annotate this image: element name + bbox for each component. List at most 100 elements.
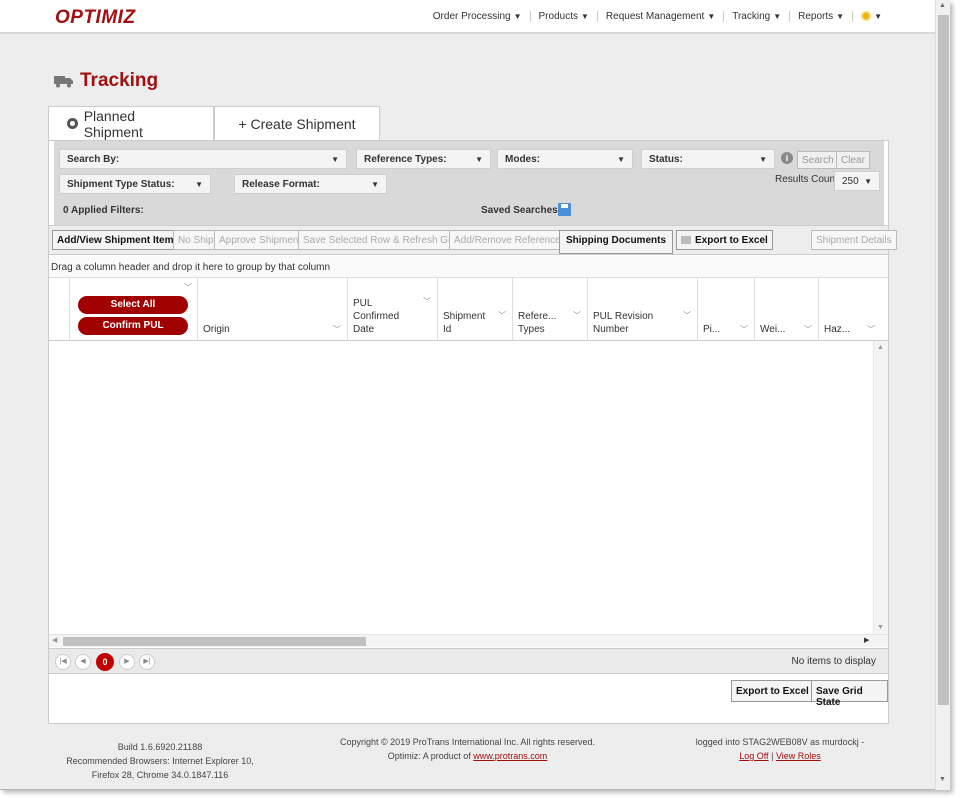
chevron-down-icon[interactable]: ﹀ [333, 324, 341, 335]
optimiz-logo[interactable]: OPTIMIZ [55, 7, 136, 29]
browser-window: OPTIMIZ Order Processing ▼ Products ▼ Requ… [0, 0, 950, 790]
caret-down-icon: ▼ [773, 12, 782, 21]
save-refresh-button[interactable]: Save Selected Row & Refresh Grid [298, 230, 465, 250]
export-to-excel-button[interactable]: Export to Excel [731, 680, 814, 702]
prev-page-icon[interactable]: ◀ [75, 654, 91, 670]
chevron-down-icon[interactable]: ﹀ [740, 324, 748, 335]
tab-create-shipment[interactable]: + Create Shipment [214, 106, 380, 140]
results-count-select[interactable]: 250 ▼ [834, 171, 880, 191]
clear-button[interactable]: Clear [836, 151, 870, 169]
confirm-pul-button[interactable]: Confirm PUL [78, 317, 188, 335]
save-grid-state-button[interactable]: Save Grid State [811, 680, 888, 708]
scrollbar-thumb[interactable] [938, 15, 949, 705]
approve-shipment-button[interactable]: Approve Shipment [214, 230, 307, 250]
col-pi[interactable]: Pi... ﹀ [697, 278, 754, 341]
caret-down-icon: ▼ [371, 180, 379, 189]
col-hazmat[interactable]: Haz... ﹀ [818, 278, 875, 341]
tracking-panel: Search By: ▼ Reference Types: ▼ Modes: ▼ St… [48, 140, 897, 724]
scroll-up-icon[interactable]: ▲ [939, 2, 946, 9]
col-weight[interactable]: Wei... ﹀ [754, 278, 818, 341]
first-page-icon[interactable]: |◀ [55, 654, 71, 670]
scroll-left-icon[interactable]: ◀ [52, 636, 57, 644]
next-page-icon[interactable]: ▶ [119, 654, 135, 670]
copyright-info: Copyright © 2019 ProTrans International … [340, 737, 595, 761]
scroll-right-icon[interactable]: ▶ [864, 636, 869, 644]
add-remove-references-button[interactable]: Add/Remove References [449, 230, 571, 250]
radio-selected-icon [67, 118, 78, 129]
group-drop-zone[interactable]: Drag a column header and drop it here to… [49, 256, 888, 278]
grid-horizontal-scrollbar[interactable]: ◀ ▶ [49, 634, 888, 647]
col-pul-revision-number[interactable]: PUL Revision Number ﹀ [587, 278, 697, 341]
results-count-label: Results Count [775, 174, 838, 185]
grid-vertical-scrollbar[interactable]: ▲ ▼ [873, 341, 888, 634]
current-page-button[interactable]: 0 [96, 653, 114, 671]
grid-body [49, 341, 888, 634]
search-button[interactable]: Search [797, 151, 839, 169]
caret-down-icon: ▼ [759, 155, 767, 164]
chevron-down-icon[interactable]: ﹀ [804, 324, 812, 335]
modes-select[interactable]: Modes: ▼ [497, 149, 633, 169]
applied-filters-label: 0 Applied Filters: [63, 205, 144, 216]
release-format-select[interactable]: Release Format: ▼ [234, 174, 387, 194]
caret-down-icon: ▼ [580, 12, 589, 21]
row-select-column [49, 278, 69, 341]
scroll-down-icon[interactable]: ▼ [877, 624, 884, 631]
menu-tracking[interactable]: Tracking ▼ [724, 11, 791, 22]
user-settings-icon [861, 11, 872, 22]
add-view-shipment-items-button[interactable]: Add/View Shipment Items [52, 230, 185, 250]
select-column-header: ﹀ Select All Confirm PUL [69, 278, 197, 341]
protrans-link[interactable]: www.protrans.com [473, 751, 547, 761]
col-origin[interactable]: Origin ﹀ [197, 278, 347, 341]
chevron-down-icon[interactable]: ﹀ [867, 324, 875, 335]
grid-toolbar: Add/View Shipment Items No Ship Approve … [49, 225, 897, 255]
caret-down-icon: ▼ [195, 180, 203, 189]
save-search-icon[interactable] [558, 203, 571, 216]
filter-bar: Search By: ▼ Reference Types: ▼ Modes: ▼ St… [54, 141, 884, 225]
shipment-details-button[interactable]: Shipment Details [811, 230, 897, 250]
menu-reports[interactable]: Reports ▼ [790, 11, 854, 22]
scroll-up-icon[interactable]: ▲ [877, 344, 884, 351]
page-header: Tracking [54, 70, 158, 92]
saved-searches-label: Saved Searches: [481, 205, 562, 216]
tab-planned-shipment[interactable]: Planned Shipment [48, 106, 214, 140]
menu-request-management[interactable]: Request Management ▼ [598, 11, 725, 22]
log-off-link[interactable]: Log Off [739, 751, 768, 761]
search-by-select[interactable]: Search By: ▼ [59, 149, 347, 169]
status-select[interactable]: Status: ▼ [641, 149, 775, 169]
reference-types-select[interactable]: Reference Types: ▼ [356, 149, 491, 169]
export-excel-button[interactable]: Export to Excel [676, 230, 773, 250]
chevron-down-icon[interactable]: ﹀ [498, 310, 506, 321]
page-title: Tracking [80, 70, 159, 91]
caret-down-icon: ▼ [836, 12, 845, 21]
top-navbar: OPTIMIZ Order Processing ▼ Products ▼ Requ… [0, 0, 935, 34]
view-roles-link[interactable]: View Roles [776, 751, 821, 761]
scrollbar-thumb[interactable] [63, 637, 366, 646]
grid-pager: |◀ ◀ 0 ▶ ▶| No items to display [49, 648, 888, 674]
last-page-icon[interactable]: ▶| [139, 654, 155, 670]
chevron-down-icon[interactable]: ﹀ [423, 296, 431, 307]
shipment-tabs: Planned Shipment + Create Shipment [48, 106, 380, 140]
page-scrollbar[interactable]: ▲ ▼ [935, 0, 950, 790]
no-ship-button[interactable]: No Ship [173, 230, 219, 250]
scroll-down-icon[interactable]: ▼ [939, 776, 946, 783]
build-info: Build 1.6.6920.21188 Recommended Browser… [66, 742, 254, 780]
shipping-documents-button[interactable]: Shipping Documents [559, 230, 673, 254]
info-icon[interactable]: i [781, 152, 793, 164]
col-reference-types[interactable]: Refere... Types ﹀ [512, 278, 587, 341]
chevron-down-icon[interactable]: ﹀ [683, 310, 691, 321]
caret-down-icon: ▼ [331, 155, 339, 164]
caret-down-icon: ▼ [617, 155, 625, 164]
menu-order-processing[interactable]: Order Processing ▼ [425, 11, 531, 22]
caret-down-icon: ▼ [513, 12, 522, 21]
col-shipment-id[interactable]: Shipment Id ﹀ [437, 278, 512, 341]
col-pul-confirmed-date[interactable]: PUL Confirmed Date ﹀ [347, 278, 437, 341]
shipment-type-status-select[interactable]: Shipment Type Status: ▼ [59, 174, 211, 194]
select-all-button[interactable]: Select All [78, 296, 188, 314]
caret-down-icon: ▼ [864, 177, 872, 186]
chevron-down-icon[interactable]: ﹀ [573, 310, 581, 321]
login-info: logged into STAG2WEB08V as murdockj - Lo… [695, 737, 865, 761]
menu-products[interactable]: Products ▼ [531, 11, 598, 22]
chevron-down-icon[interactable]: ﹀ [184, 282, 192, 293]
menu-user[interactable]: ▼ [853, 11, 890, 22]
main-menu: Order Processing ▼ Products ▼ Request Mana… [425, 11, 890, 22]
